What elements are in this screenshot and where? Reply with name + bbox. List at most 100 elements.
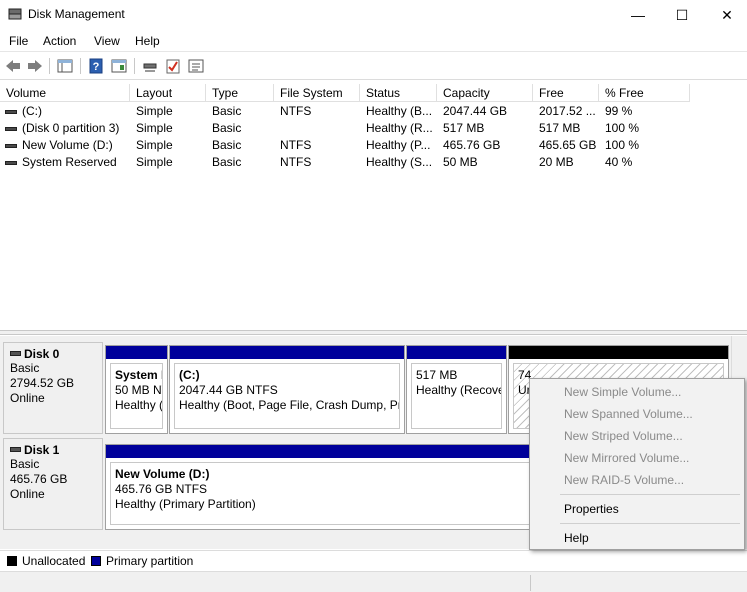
column-header-type[interactable]: Type — [206, 84, 274, 102]
disk-icon — [10, 351, 21, 356]
cell-type: Basic — [212, 104, 242, 118]
connect-icon[interactable] — [140, 56, 160, 76]
cell-percent-free: 100 % — [605, 121, 640, 135]
table-row[interactable]: (C:) Simple Basic NTFS Healthy (B... 204… — [0, 103, 747, 120]
partition-size: 50 MB NT — [115, 383, 162, 397]
menu-new-spanned-volume[interactable]: New Spanned Volume... — [530, 403, 744, 425]
cell-free-space: 20 MB — [539, 155, 574, 169]
cell-volume: System Reserved — [22, 155, 117, 169]
partition-details: (C:) 2047.44 GB NTFS Healthy (Boot, Page… — [174, 363, 400, 429]
menu-new-raid5-volume[interactable]: New RAID-5 Volume... — [530, 469, 744, 491]
menu-new-striped-volume[interactable]: New Striped Volume... — [530, 425, 744, 447]
volume-icon — [5, 161, 17, 165]
menu-separator — [560, 494, 740, 495]
svg-text:?: ? — [93, 61, 100, 73]
disk-management-icon — [8, 8, 22, 20]
cell-percent-free: 40 % — [605, 155, 633, 169]
show-pane-icon[interactable] — [109, 56, 129, 76]
cell-status: Healthy (B... — [366, 104, 433, 118]
menu-file[interactable]: File — [9, 34, 28, 48]
minimize-button[interactable]: — — [615, 0, 661, 30]
menu-help-item[interactable]: Help — [530, 527, 744, 549]
forward-icon[interactable] — [25, 56, 45, 76]
unallocated-swatch — [7, 556, 17, 566]
cell-type: Basic — [212, 121, 242, 135]
status-separator — [530, 575, 531, 591]
menu-new-mirrored-volume[interactable]: New Mirrored Volume... — [530, 447, 744, 469]
cell-volume: New Volume (D:) — [22, 138, 113, 152]
column-header-file-system[interactable]: File System — [274, 84, 360, 102]
cell-capacity: 517 MB — [443, 121, 485, 135]
pane-splitter[interactable] — [0, 330, 747, 335]
cell-free-space: 517 MB — [539, 121, 581, 135]
maximize-button[interactable]: ☐ — [659, 0, 705, 30]
cell-capacity: 50 MB — [443, 155, 478, 169]
disk-icon — [10, 447, 21, 452]
cell-layout: Simple — [136, 121, 173, 135]
column-header-status[interactable]: Status — [360, 84, 437, 102]
partition-bar — [407, 346, 506, 359]
cell-type: Basic — [212, 155, 242, 169]
disk-status: Online — [10, 487, 45, 501]
partition-size: 517 MB — [416, 368, 458, 382]
partition-title: System F — [115, 368, 162, 382]
menu-separator — [560, 523, 740, 524]
table-row[interactable]: System Reserved Simple Basic NTFS Health… — [0, 154, 747, 171]
menu-action[interactable]: Action — [43, 34, 76, 48]
status-bar — [0, 571, 747, 592]
partition-bar — [170, 346, 404, 359]
back-icon[interactable] — [3, 56, 23, 76]
cell-percent-free: 99 % — [605, 104, 633, 118]
legend: Unallocated Primary partition — [0, 550, 747, 570]
window-title: Disk Management — [28, 7, 125, 21]
toolbar-separator — [134, 58, 135, 74]
column-header-layout[interactable]: Layout — [130, 84, 206, 102]
volume-list-header: Volume Layout Type File System Status Ca… — [0, 84, 690, 118]
disk-1-label[interactable]: Disk 1 Basic 465.76 GB Online — [3, 438, 103, 530]
volume-icon — [5, 110, 17, 114]
menu-properties[interactable]: Properties — [530, 498, 744, 520]
partition-bar — [106, 346, 167, 359]
partition-status: Healthy ( — [115, 398, 163, 412]
toolbar-separator — [80, 58, 81, 74]
partition-title: (C:) — [179, 368, 200, 382]
close-button[interactable]: ✕ — [704, 0, 747, 30]
column-header-volume[interactable]: Volume — [0, 84, 130, 102]
cell-free-space: 2017.52 ... — [539, 104, 596, 118]
cell-file-system: NTFS — [280, 155, 312, 169]
check-icon[interactable] — [163, 56, 183, 76]
cell-percent-free: 100 % — [605, 138, 640, 152]
table-row[interactable]: New Volume (D:) Simple Basic NTFS Health… — [0, 137, 747, 154]
partition-system-reserved[interactable]: System F 50 MB NT Healthy ( — [105, 345, 168, 434]
table-row[interactable]: (Disk 0 partition 3) Simple Basic Health… — [0, 120, 747, 137]
title-bar: Disk Management — ☐ ✕ — [0, 0, 747, 30]
disk-type: Basic — [10, 361, 40, 375]
cell-layout: Simple — [136, 155, 173, 169]
console-tree-icon[interactable] — [55, 56, 75, 76]
cell-free-space: 465.65 GB — [539, 138, 597, 152]
column-header-percent-free[interactable]: % Free — [599, 84, 690, 102]
menu-new-simple-volume[interactable]: New Simple Volume... — [530, 381, 744, 403]
help-icon[interactable]: ? — [86, 56, 106, 76]
disk-0-label[interactable]: Disk 0 Basic 2794.52 GB Online — [3, 342, 103, 434]
disk-status: Online — [10, 391, 45, 405]
cell-type: Basic — [212, 138, 242, 152]
cell-capacity: 465.76 GB — [443, 138, 501, 152]
cell-status: Healthy (R... — [366, 121, 433, 135]
partition-status: Healthy (Boot, Page File, Crash Dump, Pr… — [179, 398, 400, 412]
cell-layout: Simple — [136, 138, 173, 152]
column-header-capacity[interactable]: Capacity — [437, 84, 533, 102]
volume-icon — [5, 127, 17, 131]
partition-details: System F 50 MB NT Healthy ( — [110, 363, 163, 429]
menu-view[interactable]: View — [94, 34, 120, 48]
context-menu: New Simple Volume... New Spanned Volume.… — [529, 378, 745, 550]
column-header-free-space[interactable]: Free Spa... — [533, 84, 599, 118]
disk-size: 465.76 GB — [10, 472, 68, 486]
cell-layout: Simple — [136, 104, 173, 118]
cell-status: Healthy (S... — [366, 155, 433, 169]
partition-c[interactable]: (C:) 2047.44 GB NTFS Healthy (Boot, Page… — [169, 345, 405, 434]
properties-icon[interactable] — [186, 56, 206, 76]
menu-help[interactable]: Help — [135, 34, 160, 48]
partition-details: 517 MB Healthy (Recove — [411, 363, 502, 429]
partition-recovery[interactable]: 517 MB Healthy (Recove — [406, 345, 507, 434]
